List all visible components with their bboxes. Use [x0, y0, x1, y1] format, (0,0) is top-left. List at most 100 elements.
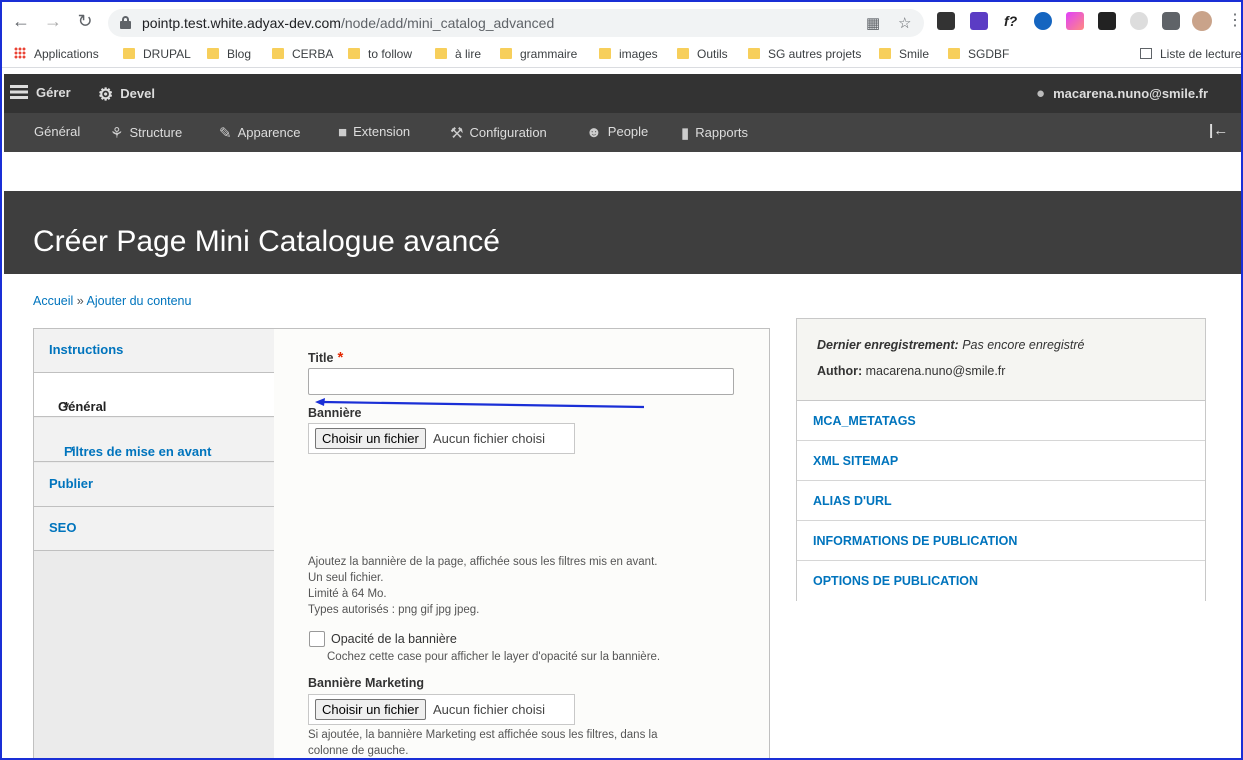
folder-icon	[348, 48, 360, 59]
choose-file-button[interactable]: Choisir un fichier	[315, 699, 426, 720]
bookmark-folder[interactable]: à lire	[435, 47, 481, 61]
folder-icon	[123, 48, 135, 59]
people-icon: ☻	[586, 124, 602, 141]
folder-icon	[500, 48, 512, 59]
page-title: Créer Page Mini Catalogue avancé	[33, 225, 500, 258]
color-extension-icon[interactable]	[1066, 12, 1084, 30]
structure-icon: ⚘	[110, 125, 124, 142]
url-path: /node/add/mini_catalog_advanced	[340, 15, 555, 31]
bookmark-folder[interactable]: images	[599, 47, 658, 61]
opacity-checkbox[interactable]	[309, 631, 325, 647]
meta-item-url-alias[interactable]: ALIAS D'URL	[797, 481, 1205, 521]
title-input[interactable]	[308, 368, 734, 395]
breadcrumb-current[interactable]: Ajouter du contenu	[87, 294, 192, 308]
bookmark-folder[interactable]: Smile	[879, 47, 929, 61]
qr-icon[interactable]: ▦	[866, 14, 880, 32]
dark-extension-icon[interactable]	[1098, 12, 1116, 30]
folder-icon	[207, 48, 219, 59]
bar-chart-icon: ▮	[681, 125, 690, 142]
hamburger-icon	[10, 85, 28, 99]
vertical-tab-pane: Title * Bannière Choisir un fichier Aucun…	[274, 329, 769, 758]
bookmark-folder[interactable]: grammaire	[500, 47, 577, 61]
required-marker: *	[70, 444, 76, 459]
vtab-general[interactable]: Général *	[34, 373, 276, 417]
user-icon: ●	[1036, 85, 1046, 102]
reading-list-icon	[1140, 48, 1152, 59]
tray-people[interactable]: ☻ People	[586, 124, 648, 141]
gear-icon: ⚙	[98, 85, 114, 104]
marketing-file-field: Choisir un fichier Aucun fichier choisi	[308, 694, 575, 725]
file-status: Aucun fichier choisi	[433, 431, 545, 446]
admin-toolbar: Gérer ⚙ Devel ● macarena.nuno@smile.fr	[4, 74, 1241, 113]
devel-tab[interactable]: ⚙ Devel	[98, 85, 155, 105]
breadcrumb-home[interactable]: Accueil	[33, 294, 73, 308]
bookmark-folder[interactable]: to follow	[348, 47, 412, 61]
bookmarks-bar: Applications DRUPAL Blog CERBA to follow…	[2, 42, 1241, 68]
extensions-icon[interactable]	[1162, 12, 1180, 30]
url-text[interactable]: pointp.test.white.adyax-dev.com/node/add…	[142, 15, 554, 31]
wrench-icon: ⚒	[450, 125, 464, 142]
address-bar[interactable]: pointp.test.white.adyax-dev.com/node/add…	[108, 9, 924, 37]
folder-icon	[435, 48, 447, 59]
required-marker: *	[64, 399, 70, 414]
badge-extension-icon[interactable]	[970, 12, 988, 30]
back-icon[interactable]: ←	[10, 10, 32, 32]
annotation-arrow	[315, 398, 645, 409]
tray-structure[interactable]: ⚘ Structure	[110, 124, 182, 142]
bookmark-apps[interactable]: Applications	[14, 47, 99, 61]
tray-configuration[interactable]: ⚒ Configuration	[450, 124, 547, 142]
meta-sidebar: Dernier enregistrement: Pas encore enreg…	[796, 318, 1206, 601]
bookmark-folder[interactable]: Blog	[207, 47, 251, 61]
vtab-seo[interactable]: SEO	[34, 507, 274, 551]
news-extension-icon[interactable]	[937, 12, 955, 30]
menu-icon[interactable]: ⋮	[1224, 10, 1241, 32]
meta-item-metatags[interactable]: MCA_METATAGS	[797, 401, 1205, 441]
meta-item-publication-info[interactable]: INFORMATIONS DE PUBLICATION	[797, 521, 1205, 561]
blue-extension-icon[interactable]	[1034, 12, 1052, 30]
bookmark-folder[interactable]: Outils	[677, 47, 728, 61]
reading-list[interactable]: Liste de lecture	[1140, 47, 1241, 61]
user-tab[interactable]: ● macarena.nuno@smile.fr	[1036, 85, 1208, 102]
star-icon[interactable]: ☆	[898, 14, 911, 32]
tray-reports[interactable]: ▮ Rapports	[681, 124, 748, 142]
opacity-description: Cochez cette case pour afficher le layer…	[327, 651, 661, 663]
browser-urlbar: ← → ↻ pointp.test.white.adyax-dev.com/no…	[2, 2, 1241, 42]
puzzle-icon: ■	[338, 124, 348, 141]
bookmark-folder[interactable]: SG autres projets	[748, 47, 861, 61]
choose-file-button[interactable]: Choisir un fichier	[315, 428, 426, 449]
bookmark-folder[interactable]: CERBA	[272, 47, 333, 61]
folder-icon	[948, 48, 960, 59]
marketing-banner-label: Bannière Marketing	[308, 676, 425, 690]
manage-tab[interactable]: Gérer	[10, 85, 71, 100]
formula-extension-icon[interactable]: f?	[1004, 12, 1022, 30]
grey-extension-icon[interactable]	[1130, 12, 1148, 30]
bookmark-folder[interactable]: DRUPAL	[123, 47, 191, 61]
vertical-tabs-menu: Instructions Général * Filtres de mise en…	[34, 329, 276, 758]
meta-info: Dernier enregistrement: Pas encore enreg…	[797, 319, 1205, 401]
banner-file-field: Choisir un fichier Aucun fichier choisi	[308, 423, 575, 454]
apps-icon	[14, 47, 26, 59]
folder-icon	[599, 48, 611, 59]
forward-icon[interactable]: →	[42, 10, 64, 32]
title-label: Title *	[308, 349, 344, 366]
url-host: pointp.test.white.adyax-dev.com	[142, 15, 341, 31]
tray-general[interactable]: Général	[34, 124, 80, 139]
bookmark-folder[interactable]: SGDBF	[948, 47, 1009, 61]
tray-extension[interactable]: ■ Extension	[338, 124, 410, 141]
profile-avatar[interactable]	[1192, 11, 1212, 31]
vtab-filtres[interactable]: Filtres de mise en avant *	[34, 418, 274, 462]
meta-item-xml-sitemap[interactable]: XML SITEMAP	[797, 441, 1205, 481]
last-saved: Dernier enregistrement: Pas encore enreg…	[817, 338, 1085, 352]
folder-icon	[677, 48, 689, 59]
screenshot-frame: ← → ↻ pointp.test.white.adyax-dev.com/no…	[0, 0, 1243, 760]
vtab-instructions[interactable]: Instructions	[34, 329, 274, 373]
collapse-tray-icon[interactable]: |←	[1209, 122, 1228, 139]
author: Author: macarena.nuno@smile.fr	[817, 364, 1006, 378]
lock-icon	[120, 16, 131, 29]
file-status: Aucun fichier choisi	[433, 702, 545, 717]
required-marker: *	[337, 349, 344, 366]
vtab-publier[interactable]: Publier	[34, 463, 274, 507]
tray-appearance[interactable]: ✎ Apparence	[219, 124, 300, 142]
meta-item-publication-options[interactable]: OPTIONS DE PUBLICATION	[797, 561, 1205, 601]
reload-icon[interactable]: ↻	[74, 10, 96, 32]
